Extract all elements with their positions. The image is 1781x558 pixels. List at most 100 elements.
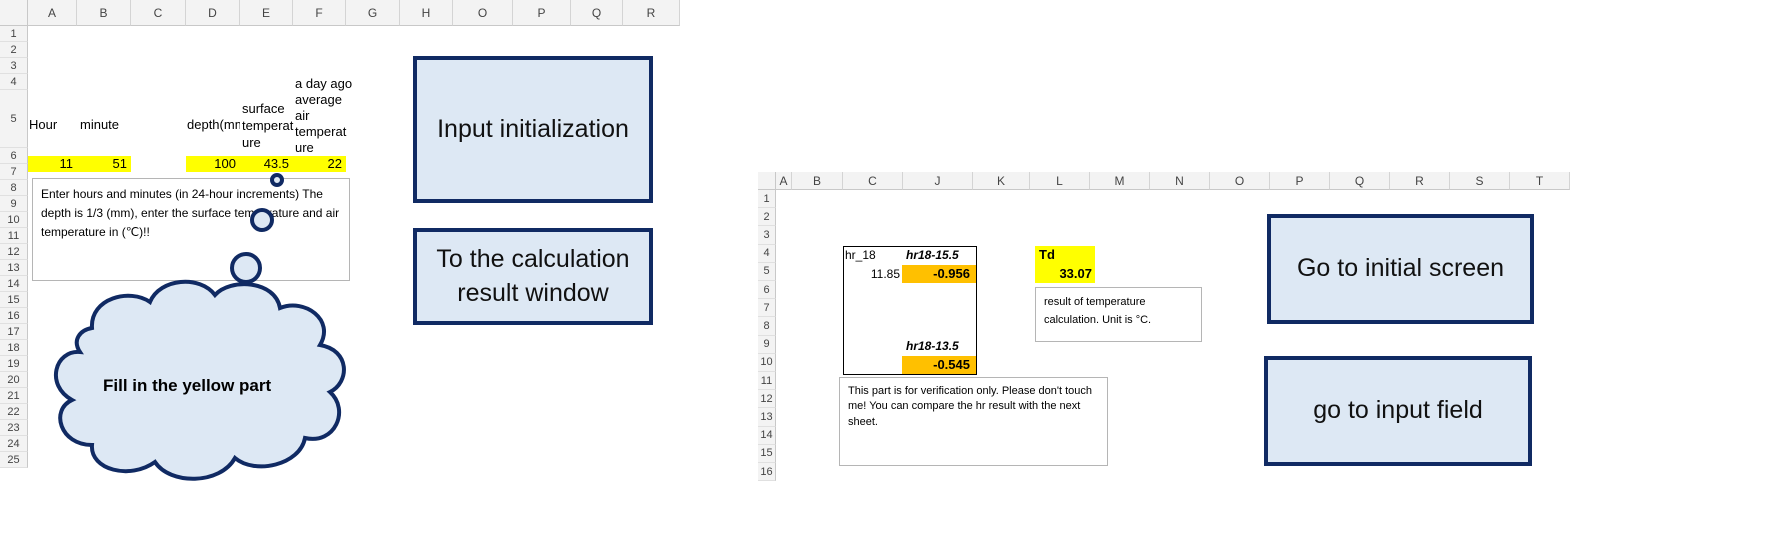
- row-header-7[interactable]: 7: [758, 299, 776, 318]
- td-note[interactable]: result of temperature calculation. Unit …: [1035, 287, 1202, 342]
- select-all-corner[interactable]: [0, 0, 28, 26]
- row-header-1[interactable]: 1: [758, 190, 776, 209]
- column-header-r[interactable]: R: [1390, 172, 1450, 190]
- column-header-l[interactable]: L: [1030, 172, 1090, 190]
- row-header-10[interactable]: 10: [0, 212, 28, 228]
- depth-header: depth(mm: [187, 117, 240, 132]
- column-header-s[interactable]: S: [1450, 172, 1510, 190]
- row-header-9[interactable]: 9: [0, 196, 28, 212]
- column-header-k[interactable]: K: [973, 172, 1030, 190]
- row-header-22[interactable]: 22: [0, 404, 28, 420]
- air-temp-header-line: average: [295, 92, 342, 107]
- row-header-21[interactable]: 21: [0, 388, 28, 404]
- column-header-o[interactable]: O: [1210, 172, 1270, 190]
- column-header-a[interactable]: A: [28, 0, 77, 26]
- column-header-a[interactable]: A: [776, 172, 792, 190]
- row-header-8[interactable]: 8: [758, 317, 776, 336]
- row-header-11[interactable]: 11: [0, 228, 28, 244]
- row-header-19[interactable]: 19: [0, 356, 28, 372]
- to-calculation-result-button[interactable]: To the calculation result window: [413, 228, 653, 325]
- column-header-o[interactable]: O: [453, 0, 513, 26]
- column-header-q[interactable]: Q: [1330, 172, 1390, 190]
- row-header-15[interactable]: 15: [758, 444, 776, 463]
- row-header-14[interactable]: 14: [758, 426, 776, 445]
- column-header-p[interactable]: P: [1270, 172, 1330, 190]
- row-header-12[interactable]: 12: [0, 244, 28, 260]
- right-sheet: ABCJKLMNOPQRST 1 2 3 4 5 6 7 8 9 10 11 12 13 14 15 16 h…: [758, 172, 1781, 488]
- row-header-13[interactable]: 13: [758, 408, 776, 427]
- row-header-14[interactable]: 14: [0, 276, 28, 292]
- row-header-1[interactable]: 1: [0, 26, 28, 42]
- column-header-h[interactable]: H: [400, 0, 453, 26]
- column-header-q[interactable]: Q: [571, 0, 623, 26]
- air-temp-header: a day ago average air temperat ure: [295, 76, 352, 156]
- column-header-j[interactable]: J: [903, 172, 973, 190]
- column-header-m[interactable]: M: [1090, 172, 1150, 190]
- column-header-e[interactable]: E: [240, 0, 293, 26]
- row-header-8[interactable]: 8: [0, 180, 28, 196]
- row-header-13[interactable]: 13: [0, 260, 28, 276]
- row-header-16[interactable]: 16: [0, 308, 28, 324]
- row-header-15[interactable]: 15: [0, 292, 28, 308]
- minute-header: minute: [80, 117, 120, 132]
- column-header-d[interactable]: D: [186, 0, 240, 26]
- column-header-g[interactable]: G: [346, 0, 400, 26]
- row-header-7[interactable]: 7: [0, 164, 28, 180]
- column-header-b[interactable]: B: [77, 0, 131, 26]
- select-all-corner[interactable]: [758, 172, 776, 190]
- row-header-9[interactable]: 9: [758, 335, 776, 354]
- row-header-4[interactable]: 4: [758, 244, 776, 263]
- surface-temp-header: surface temperat ure: [242, 100, 293, 151]
- column-header-f[interactable]: F: [293, 0, 346, 26]
- row-header-11[interactable]: 11: [758, 372, 776, 391]
- go-to-input-field-label: go to input field: [1313, 396, 1483, 425]
- row-header-6[interactable]: 6: [0, 148, 28, 164]
- row-header-5[interactable]: 5: [758, 262, 776, 281]
- column-header-b[interactable]: B: [792, 172, 843, 190]
- thought-cloud-shape[interactable]: [50, 170, 360, 488]
- left-sheet: ABCDEFGHOPQR 1 2 3 4 5 6 7 8 9 10 11 12 13 14 15 16 17 18…: [0, 0, 680, 490]
- hr18-13-5-label: hr18-13.5: [906, 339, 959, 353]
- go-to-input-field-button[interactable]: go to input field: [1264, 356, 1532, 466]
- air-temp-header-line: air: [295, 108, 310, 123]
- air-temp-header-line: temperat: [295, 124, 347, 139]
- column-header-c[interactable]: C: [131, 0, 186, 26]
- surface-temp-header-line: temperat: [242, 118, 294, 133]
- column-header-p[interactable]: P: [513, 0, 571, 26]
- hr18-13-5-value[interactable]: -0.545: [902, 356, 976, 374]
- go-to-initial-screen-label: Go to initial screen: [1296, 254, 1505, 283]
- row-header-2[interactable]: 2: [758, 208, 776, 227]
- input-initialization-button[interactable]: Input initialization: [413, 56, 653, 203]
- row-header-3[interactable]: 3: [758, 226, 776, 245]
- row-header-3[interactable]: 3: [0, 58, 28, 74]
- hr-label: hr_18: [845, 248, 876, 262]
- row-header-20[interactable]: 20: [0, 372, 28, 388]
- column-header-r[interactable]: R: [623, 0, 680, 26]
- to-calculation-result-label-line: result window: [457, 278, 609, 307]
- surface-temp-header-line: ure: [242, 135, 261, 150]
- hr18-15-5-value[interactable]: -0.956: [902, 265, 976, 283]
- row-header-23[interactable]: 23: [0, 420, 28, 436]
- row-header-17[interactable]: 17: [0, 324, 28, 340]
- row-header-25[interactable]: 25: [0, 452, 28, 468]
- row-header-16[interactable]: 16: [758, 463, 776, 482]
- row-header-6[interactable]: 6: [758, 281, 776, 300]
- column-header-c[interactable]: C: [843, 172, 903, 190]
- cloud-text: Fill in the yellow part: [103, 376, 272, 395]
- column-header-n[interactable]: N: [1150, 172, 1210, 190]
- hr-value[interactable]: 11.85: [844, 267, 900, 281]
- verification-note[interactable]: This part is for verification only. Plea…: [839, 377, 1108, 466]
- row-header-4[interactable]: 4: [0, 74, 28, 90]
- row-header-5[interactable]: 5: [0, 90, 28, 148]
- row-header-10[interactable]: 10: [758, 353, 776, 372]
- go-to-initial-screen-button[interactable]: Go to initial screen: [1267, 214, 1534, 324]
- row-header-2[interactable]: 2: [0, 42, 28, 58]
- row-header-12[interactable]: 12: [758, 390, 776, 409]
- row-header-18[interactable]: 18: [0, 340, 28, 356]
- air-temp-header-line: ure: [295, 140, 314, 155]
- hr18-15-5-label: hr18-15.5: [906, 248, 959, 262]
- column-header-t[interactable]: T: [1510, 172, 1570, 190]
- td-value[interactable]: 33.07: [1035, 264, 1095, 283]
- row-header-24[interactable]: 24: [0, 436, 28, 452]
- td-label: Td: [1035, 246, 1095, 264]
